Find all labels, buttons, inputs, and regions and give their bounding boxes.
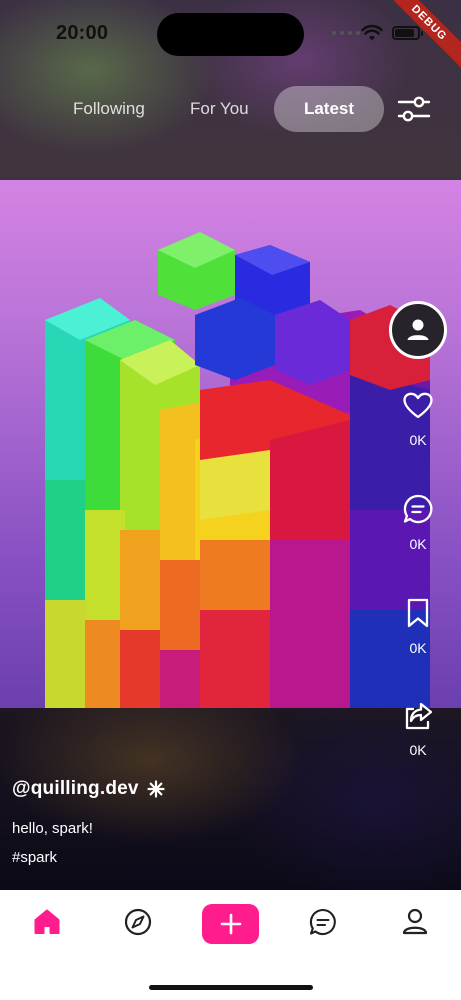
comment-icon[interactable] [403, 494, 433, 524]
cellular-signal-icon [332, 31, 360, 35]
home-indicator [149, 985, 313, 990]
share-count: 0K [409, 742, 427, 758]
compass-icon[interactable] [123, 907, 153, 937]
post-description: hello, spark! [12, 820, 93, 837]
battery-icon [392, 26, 423, 40]
save-action: 0K [395, 598, 441, 656]
post-hashtag[interactable]: #spark [12, 849, 165, 866]
spark-icon [147, 780, 165, 798]
dynamic-island [157, 13, 304, 56]
username-link[interactable]: @quilling.dev [12, 778, 139, 800]
like-action: 0K [395, 392, 441, 448]
video-frame-image [45, 232, 430, 708]
tab-for-you[interactable]: For You [190, 86, 249, 132]
post-caption: @quilling.dev hello, spark! #spark [12, 778, 165, 866]
status-time: 20:00 [56, 22, 109, 44]
tab-latest[interactable]: Latest [274, 86, 384, 132]
share-action: 0K [395, 702, 441, 758]
comment-action: 0K [395, 494, 441, 552]
tab-following[interactable]: Following [73, 86, 145, 132]
share-icon[interactable] [403, 702, 433, 730]
feed-tabs: Following For You Latest [0, 86, 461, 132]
bottom-navigation [0, 890, 461, 1000]
wifi-icon [361, 24, 383, 41]
create-button[interactable] [202, 904, 259, 944]
bookmark-icon[interactable] [406, 598, 430, 628]
video-player[interactable] [0, 180, 461, 708]
home-icon[interactable] [32, 907, 62, 937]
like-count: 0K [409, 432, 427, 448]
person-icon [407, 319, 429, 340]
username-row: @quilling.dev [12, 778, 165, 800]
comment-count: 0K [409, 536, 427, 552]
chat-icon[interactable] [308, 907, 338, 937]
heart-icon[interactable] [403, 392, 433, 420]
plus-icon [220, 913, 241, 935]
user-icon[interactable] [400, 907, 430, 937]
save-count: 0K [409, 640, 427, 656]
filter-sliders-icon[interactable] [396, 94, 432, 124]
creator-avatar-button[interactable] [389, 301, 447, 359]
app-screen: 20:00 DEBUG Following For You Latest 0K … [0, 0, 461, 1000]
